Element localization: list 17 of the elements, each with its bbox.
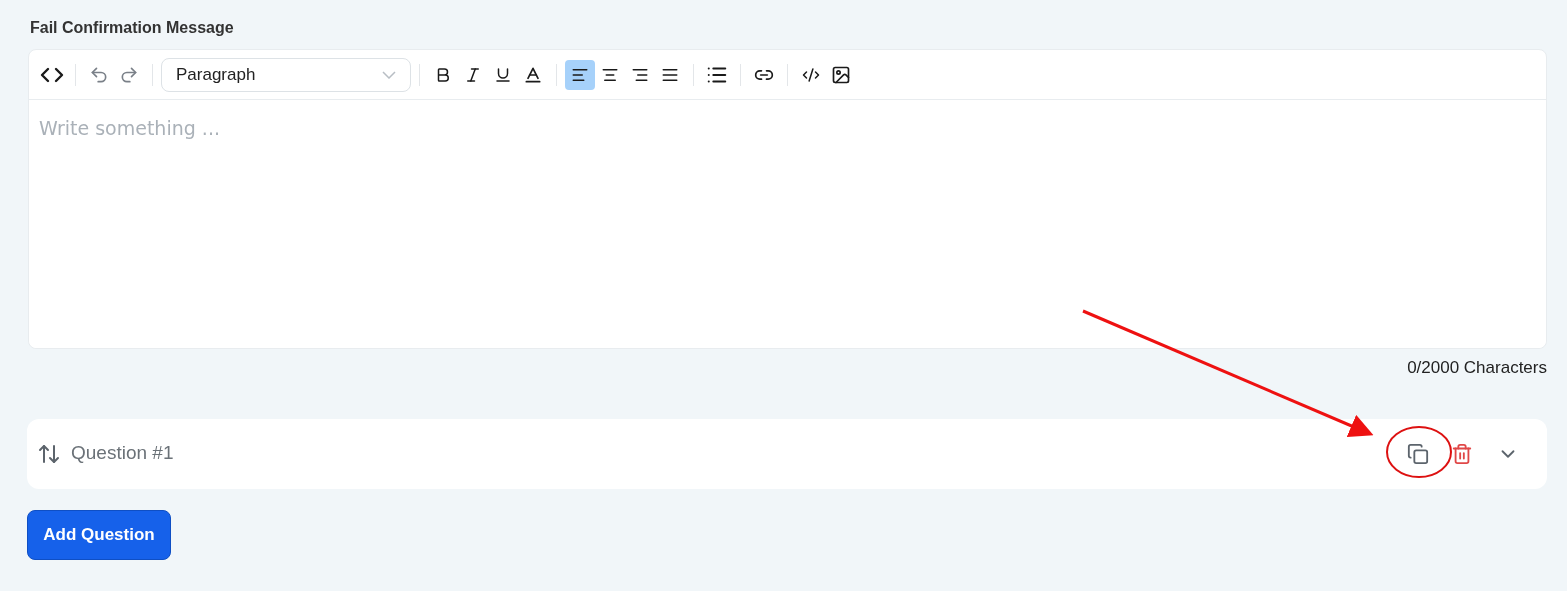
- align-left-button[interactable]: [565, 59, 595, 90]
- question-title: Question #1: [71, 441, 174, 466]
- underline-icon: [494, 65, 512, 84]
- section-label: Fail Confirmation Message: [29, 18, 235, 38]
- character-count: 0/2000 Characters: [1407, 357, 1547, 379]
- code-icon: [802, 65, 820, 84]
- annotation-circle: [1386, 426, 1452, 478]
- italic-icon: [464, 65, 482, 84]
- copy-icon: [1407, 442, 1429, 465]
- rich-text-editor[interactable]: Paragraph Write something ...: [28, 49, 1547, 349]
- chevron-down-icon: [382, 70, 396, 79]
- undo-icon: [89, 64, 109, 85]
- image-icon: [831, 64, 851, 85]
- paragraph-select[interactable]: Paragraph: [161, 57, 411, 92]
- redo-icon: [119, 64, 139, 85]
- trash-icon: [1451, 442, 1473, 465]
- add-question-button[interactable]: Add Question: [27, 509, 171, 560]
